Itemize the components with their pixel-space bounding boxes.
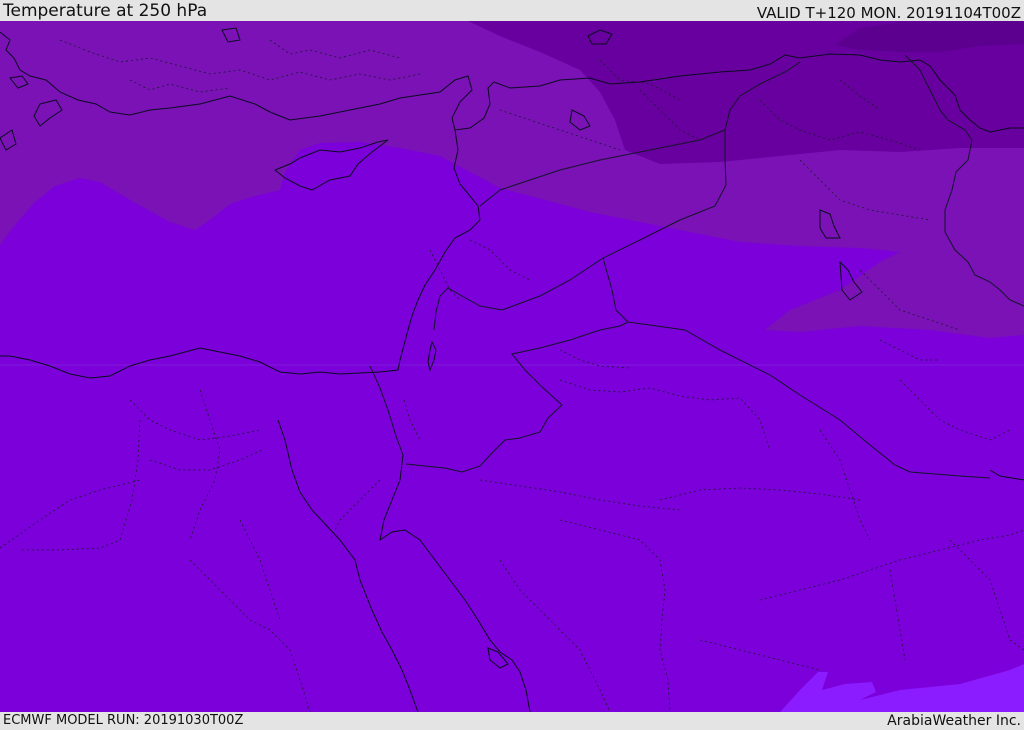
map-title: Temperature at 250 hPa: [3, 1, 208, 21]
valid-time: VALID T+120 MON. 20191104T00Z: [756, 4, 1021, 22]
header-bar: Temperature at 250 hPa VALID T+120 MON. …: [0, 0, 1024, 22]
map-canvas: [0, 21, 1024, 712]
credit-text: ArabiaWeather Inc.: [887, 713, 1021, 729]
footer-bar: ECMWF MODEL RUN: 20191030T00Z ArabiaWeat…: [0, 712, 1024, 729]
model-run: ECMWF MODEL RUN: 20191030T00Z: [3, 713, 244, 728]
temperature-map[interactable]: [0, 21, 1024, 712]
